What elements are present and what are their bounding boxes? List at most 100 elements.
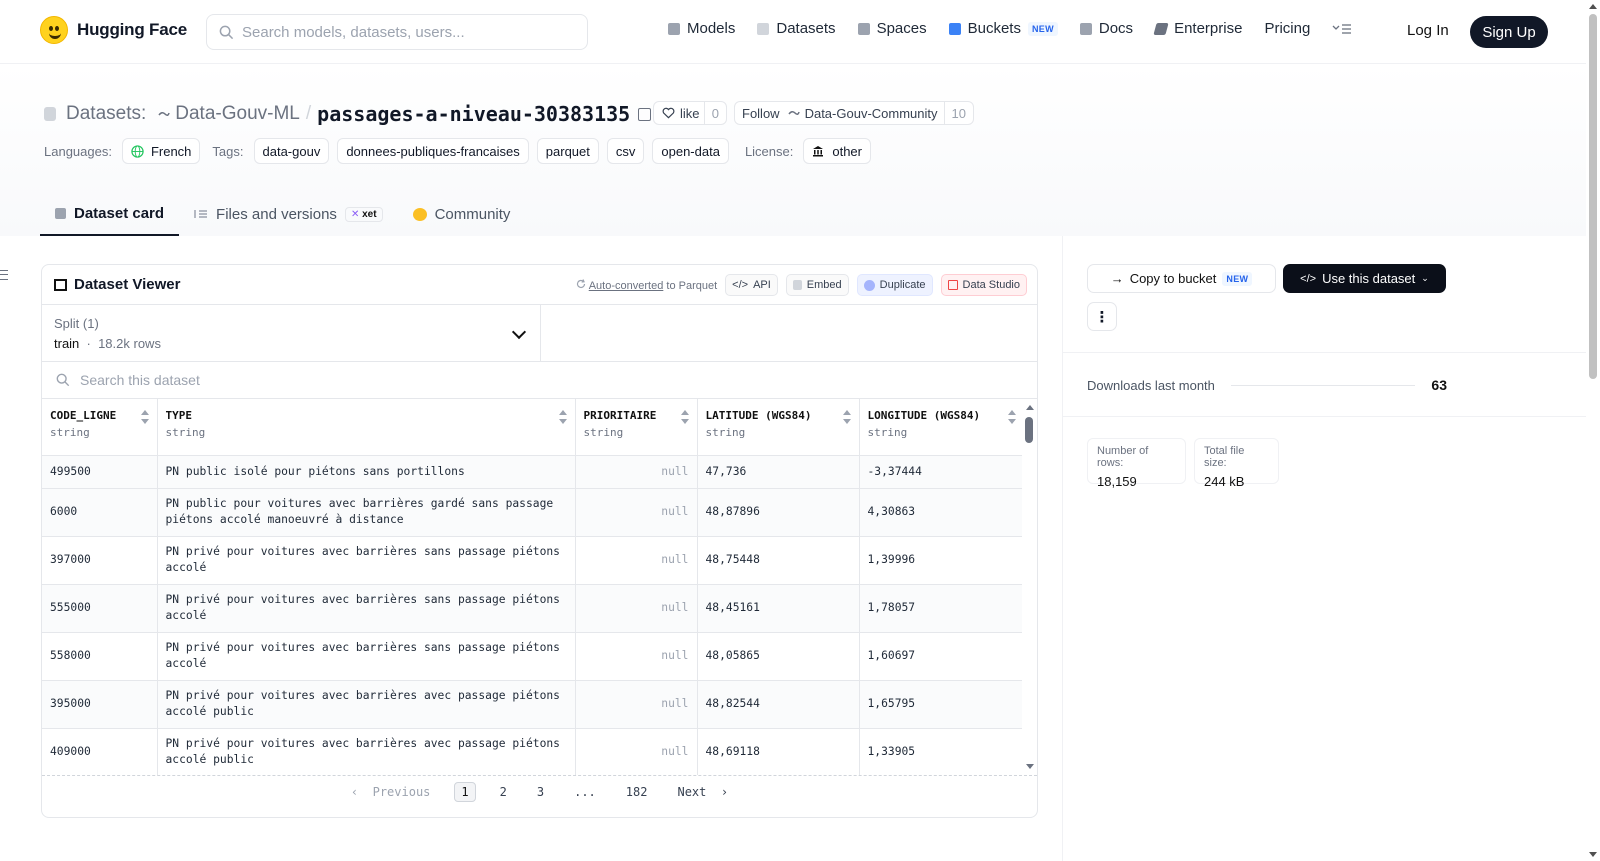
split-count-label: Split (1) bbox=[54, 316, 99, 331]
follow-button[interactable]: Follow Data-Gouv-Community 10 bbox=[734, 101, 974, 125]
dataset-search[interactable] bbox=[42, 362, 1037, 399]
copy-icon[interactable] bbox=[638, 107, 652, 121]
pagination: ‹ Previous 1 2 3 ... 182 Next › bbox=[42, 775, 1037, 808]
nav-spaces-label: Spaces bbox=[876, 20, 927, 37]
scroll-thumb[interactable] bbox=[1589, 14, 1597, 379]
sort-icon[interactable] bbox=[842, 410, 851, 424]
tag-donnees-publiques[interactable]: donnees-publiques-francaises bbox=[337, 138, 529, 164]
license-tag[interactable]: other bbox=[803, 138, 871, 164]
table-row[interactable]: 395000 PN privé pour voitures avec barriè… bbox=[42, 680, 1025, 729]
follow-org: Data-Gouv-Community bbox=[804, 105, 938, 121]
scroll-down-icon[interactable] bbox=[1589, 852, 1597, 857]
nav-docs-label: Docs bbox=[1098, 20, 1134, 37]
dataset-search-input[interactable] bbox=[80, 372, 580, 388]
cell-prioritaire: null bbox=[575, 680, 698, 729]
table-row[interactable]: 555000 PN privé pour voitures avec barriè… bbox=[42, 584, 1025, 633]
like-button[interactable]: like 0 bbox=[653, 101, 727, 125]
split-selector[interactable]: Split (1) train · 18.2k rows bbox=[42, 305, 541, 361]
column-header[interactable]: PRIORITAIRE string bbox=[575, 399, 698, 456]
data-studio-button[interactable]: Data Studio bbox=[940, 274, 1027, 296]
nav-more-menu[interactable] bbox=[1332, 23, 1352, 35]
viewer-title: Dataset Viewer bbox=[54, 276, 180, 293]
buckets-icon bbox=[948, 22, 961, 35]
global-search-input[interactable] bbox=[242, 23, 562, 41]
column-type: string bbox=[165, 426, 206, 439]
org-link[interactable]: Data-Gouv-ML bbox=[175, 103, 300, 125]
heart-icon bbox=[662, 107, 675, 119]
scroll-down-icon[interactable] bbox=[1026, 764, 1034, 769]
tag-data-gouv[interactable]: data-gouv bbox=[253, 138, 330, 164]
column-header[interactable]: LATITUDE (WGS84) string bbox=[697, 399, 860, 456]
nav-pricing[interactable]: Pricing bbox=[1264, 20, 1310, 37]
page-button-2[interactable]: 2 bbox=[494, 783, 513, 801]
top-navbar: Hugging Face Models Datasets Spaces Buck… bbox=[0, 0, 1586, 64]
nav-enterprise[interactable]: Enterprise bbox=[1153, 20, 1243, 37]
hf-logo[interactable]: Hugging Face bbox=[40, 16, 187, 44]
global-search[interactable] bbox=[206, 14, 588, 50]
column-header[interactable]: CODE_LIGNE string bbox=[42, 399, 158, 456]
column-header[interactable]: LONGITUDE (WGS84) string bbox=[859, 399, 1025, 456]
signup-button[interactable]: Sign Up bbox=[1470, 16, 1548, 48]
cell-type: PN public pour voitures avec barrières g… bbox=[157, 488, 576, 537]
duplicate-button[interactable]: Duplicate bbox=[856, 274, 933, 296]
table-row[interactable]: 409000 PN privé pour voitures avec barriè… bbox=[42, 728, 1025, 775]
page-button-182[interactable]: 182 bbox=[620, 783, 654, 801]
license-value: other bbox=[832, 143, 862, 159]
cell-type: PN public isolé pour piétons sans portil… bbox=[157, 455, 576, 489]
table-scrollbar[interactable] bbox=[1022, 399, 1037, 775]
table-row[interactable]: 6000 PN public pour voitures avec barrièr… bbox=[42, 488, 1025, 537]
scroll-up-icon[interactable] bbox=[1026, 405, 1034, 410]
table-row[interactable]: 558000 PN privé pour voitures avec barriè… bbox=[42, 632, 1025, 681]
data-studio-label: Data Studio bbox=[962, 279, 1020, 291]
scroll-up-icon[interactable] bbox=[1589, 4, 1597, 9]
sort-icon[interactable] bbox=[140, 410, 149, 424]
nav-docs[interactable]: Docs bbox=[1079, 20, 1134, 37]
page-scrollbar[interactable] bbox=[1586, 0, 1600, 861]
license-label: License: bbox=[744, 143, 794, 159]
dataset-tabs: Dataset card Files and versions ✕ xet Co… bbox=[40, 192, 525, 236]
org-avatar-icon bbox=[787, 110, 800, 116]
column-header[interactable]: TYPE string bbox=[157, 399, 576, 456]
previous-label: Previous bbox=[372, 785, 431, 799]
sort-icon[interactable] bbox=[1007, 410, 1016, 424]
nav-buckets[interactable]: Buckets NEW bbox=[948, 20, 1058, 37]
tag-parquet[interactable]: parquet bbox=[536, 138, 599, 164]
dataset-name[interactable]: passages-a-niveau-30383135 bbox=[317, 102, 630, 126]
nav-enterprise-label: Enterprise bbox=[1174, 20, 1243, 37]
language-tag-french[interactable]: French bbox=[121, 138, 201, 164]
previous-page-button[interactable]: ‹ Previous bbox=[345, 783, 436, 801]
more-options-button[interactable]: ⋮ bbox=[1087, 302, 1117, 331]
tag-open-data[interactable]: open-data bbox=[652, 138, 729, 164]
viewer-header: Dataset Viewer Auto-converted to Parquet… bbox=[42, 265, 1037, 305]
scroll-thumb[interactable] bbox=[1025, 417, 1033, 443]
api-button[interactable]: </> API bbox=[725, 274, 778, 296]
page-button-3[interactable]: 3 bbox=[531, 783, 550, 801]
sidebar-separator bbox=[1063, 416, 1586, 417]
follow-count: 10 bbox=[943, 102, 973, 124]
column-type: string bbox=[867, 426, 908, 439]
data-grid: CODE_LIGNE string TYPE string PRIORITAIRE s… bbox=[42, 399, 1037, 775]
table-row[interactable]: 499500 PN public isolé pour piétons sans … bbox=[42, 455, 1025, 489]
next-page-button[interactable]: Next › bbox=[671, 783, 734, 801]
tab-files-and-versions[interactable]: Files and versions ✕ xet bbox=[179, 192, 398, 236]
page-button-1[interactable]: 1 bbox=[454, 782, 476, 802]
column-name: LATITUDE (WGS84) bbox=[705, 409, 812, 422]
nav-models[interactable]: Models bbox=[668, 20, 735, 37]
sidebar-toggle-icon[interactable] bbox=[0, 270, 8, 280]
sort-icon[interactable] bbox=[680, 410, 689, 424]
use-this-dataset-button[interactable]: </> Use this dataset ⌄ bbox=[1283, 264, 1446, 293]
nav-spaces[interactable]: Spaces bbox=[857, 20, 927, 37]
nav-datasets[interactable]: Datasets bbox=[757, 20, 836, 37]
tab-dataset-card[interactable]: Dataset card bbox=[40, 192, 180, 236]
tags-row: Languages: French Tags: data-gouv donnee… bbox=[44, 138, 879, 164]
sort-icon[interactable] bbox=[558, 410, 567, 424]
login-link[interactable]: Log In bbox=[1407, 22, 1449, 39]
auto-converted-link[interactable]: Auto-converted bbox=[589, 280, 664, 292]
tag-csv[interactable]: csv bbox=[606, 138, 645, 164]
cell-latitude: 48,75448 bbox=[697, 536, 860, 585]
tab-community[interactable]: Community bbox=[398, 192, 526, 236]
table-row[interactable]: 397000 PN privé pour voitures avec barriè… bbox=[42, 536, 1025, 585]
copy-to-bucket-button[interactable]: → Copy to bucket NEW bbox=[1087, 264, 1276, 293]
chevron-down-icon: ⌄ bbox=[1421, 273, 1429, 283]
embed-button[interactable]: Embed bbox=[785, 274, 849, 296]
